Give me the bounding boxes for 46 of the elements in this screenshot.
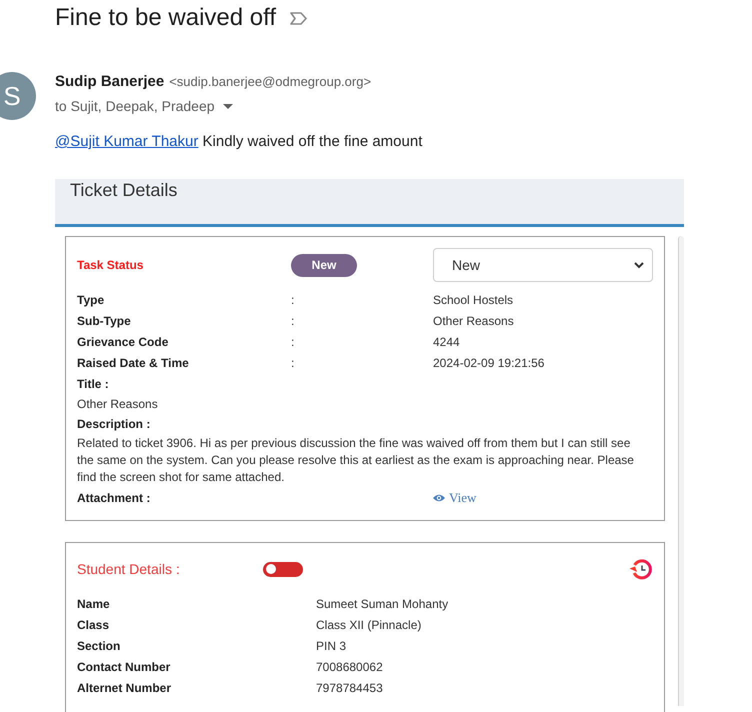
field-label: Class <box>77 617 110 634</box>
field-label: Contact Number <box>77 659 170 676</box>
field-value: 7978784453 <box>316 680 383 697</box>
description-label: Description : <box>77 416 150 433</box>
title-value: Other Reasons <box>77 396 158 413</box>
attachment-label: Attachment : <box>77 490 150 507</box>
mention-link[interactable]: @Sujit Kumar Thakur <box>55 133 198 150</box>
sender-email: <sudip.banerjee@odmegroup.org> <box>169 74 372 89</box>
field-label: Sub-Type <box>77 313 131 330</box>
field-separator: : <box>291 355 294 372</box>
history-icon[interactable] <box>629 558 653 580</box>
title-label: Title : <box>77 376 109 393</box>
field-label: Alternet Number <box>77 680 172 697</box>
ticket-title: Ticket Details <box>69 179 178 201</box>
status-badge: New <box>291 254 357 276</box>
sender-avatar: S <box>0 72 36 120</box>
field-value: Other Reasons <box>433 313 514 330</box>
message-body: @Sujit Kumar Thakur Kindly waived off the fine amount <box>55 132 422 152</box>
recipients-text: to Sujit, Deepak, Pradeep <box>55 97 215 116</box>
field-value: Sumeet Suman Mohanty <box>316 596 448 613</box>
field-value: 2024-02-09 19:21:56 <box>433 355 544 372</box>
caret-icon[interactable] <box>222 104 233 108</box>
important-marker-icon[interactable] <box>290 12 308 24</box>
toggle-switch[interactable] <box>263 562 303 576</box>
sender-name: Sudip Banerjee <box>55 73 164 90</box>
student-details-title: Student Details : <box>77 561 180 577</box>
field-value: Class XII (Pinnacle) <box>316 617 422 634</box>
field-label: Section <box>77 638 120 655</box>
description-text: Related to ticket 3906. Hi as per previous discussion the fine was waived off from them but I can still see the same on the system. Can you please resolve this at earliest as the exam is approaching near. Please find the screen shot for same attached. <box>77 435 635 486</box>
field-value: School Hostels <box>433 292 514 309</box>
field-separator: : <box>291 292 294 309</box>
field-separator: : <box>291 334 294 351</box>
field-label: Type <box>77 292 104 309</box>
field-label: Name <box>77 596 110 613</box>
field-label: Raised Date & Time <box>77 355 189 372</box>
task-status-label: Task Status <box>77 258 144 272</box>
field-value: PIN 3 <box>316 638 346 655</box>
email-subject: Fine to be waived off <box>55 3 276 33</box>
field-value: 7008680062 <box>316 659 383 676</box>
view-link[interactable]: View <box>433 488 476 508</box>
eye-icon <box>433 494 445 502</box>
chevron-down-icon <box>634 262 644 268</box>
field-separator: : <box>291 313 294 330</box>
status-select[interactable]: New <box>433 248 653 282</box>
field-label: Grievance Code <box>77 334 168 351</box>
field-value: 4244 <box>433 334 460 351</box>
